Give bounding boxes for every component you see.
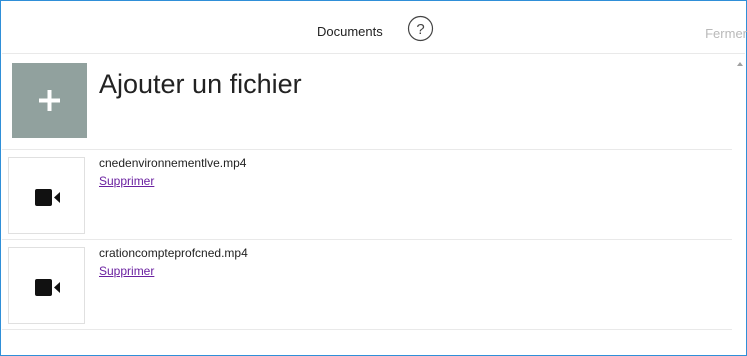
plus-icon <box>39 90 60 111</box>
delete-file-link[interactable]: Supprimer <box>99 264 154 278</box>
add-file-row[interactable]: Ajouter un fichier <box>2 55 732 150</box>
add-file-label[interactable]: Ajouter un fichier <box>99 69 302 100</box>
delete-file-link[interactable]: Supprimer <box>99 174 154 188</box>
dialog-title: Documents <box>317 24 383 39</box>
file-name: crationcompteprofcned.mp4 <box>99 246 248 260</box>
add-file-button[interactable] <box>12 63 87 138</box>
file-item: cnedenvironnementlve.mp4 Supprimer <box>2 150 732 240</box>
file-thumbnail <box>8 247 85 324</box>
file-item: crationcompteprofcned.mp4 Supprimer <box>2 240 732 330</box>
documents-dialog: Documents ? Fermer Ajouter un fichier cn… <box>0 0 747 356</box>
close-button[interactable]: Fermer <box>705 26 747 41</box>
file-name: cnedenvironnementlve.mp4 <box>99 156 247 170</box>
video-camera-icon <box>35 279 60 296</box>
dialog-header: Documents ? Fermer <box>2 2 747 54</box>
video-camera-icon <box>35 189 60 206</box>
file-thumbnail <box>8 157 85 234</box>
svg-text:?: ? <box>416 21 424 38</box>
help-icon[interactable]: ? <box>407 15 434 42</box>
scroll-up-arrow-icon[interactable] <box>736 55 744 66</box>
